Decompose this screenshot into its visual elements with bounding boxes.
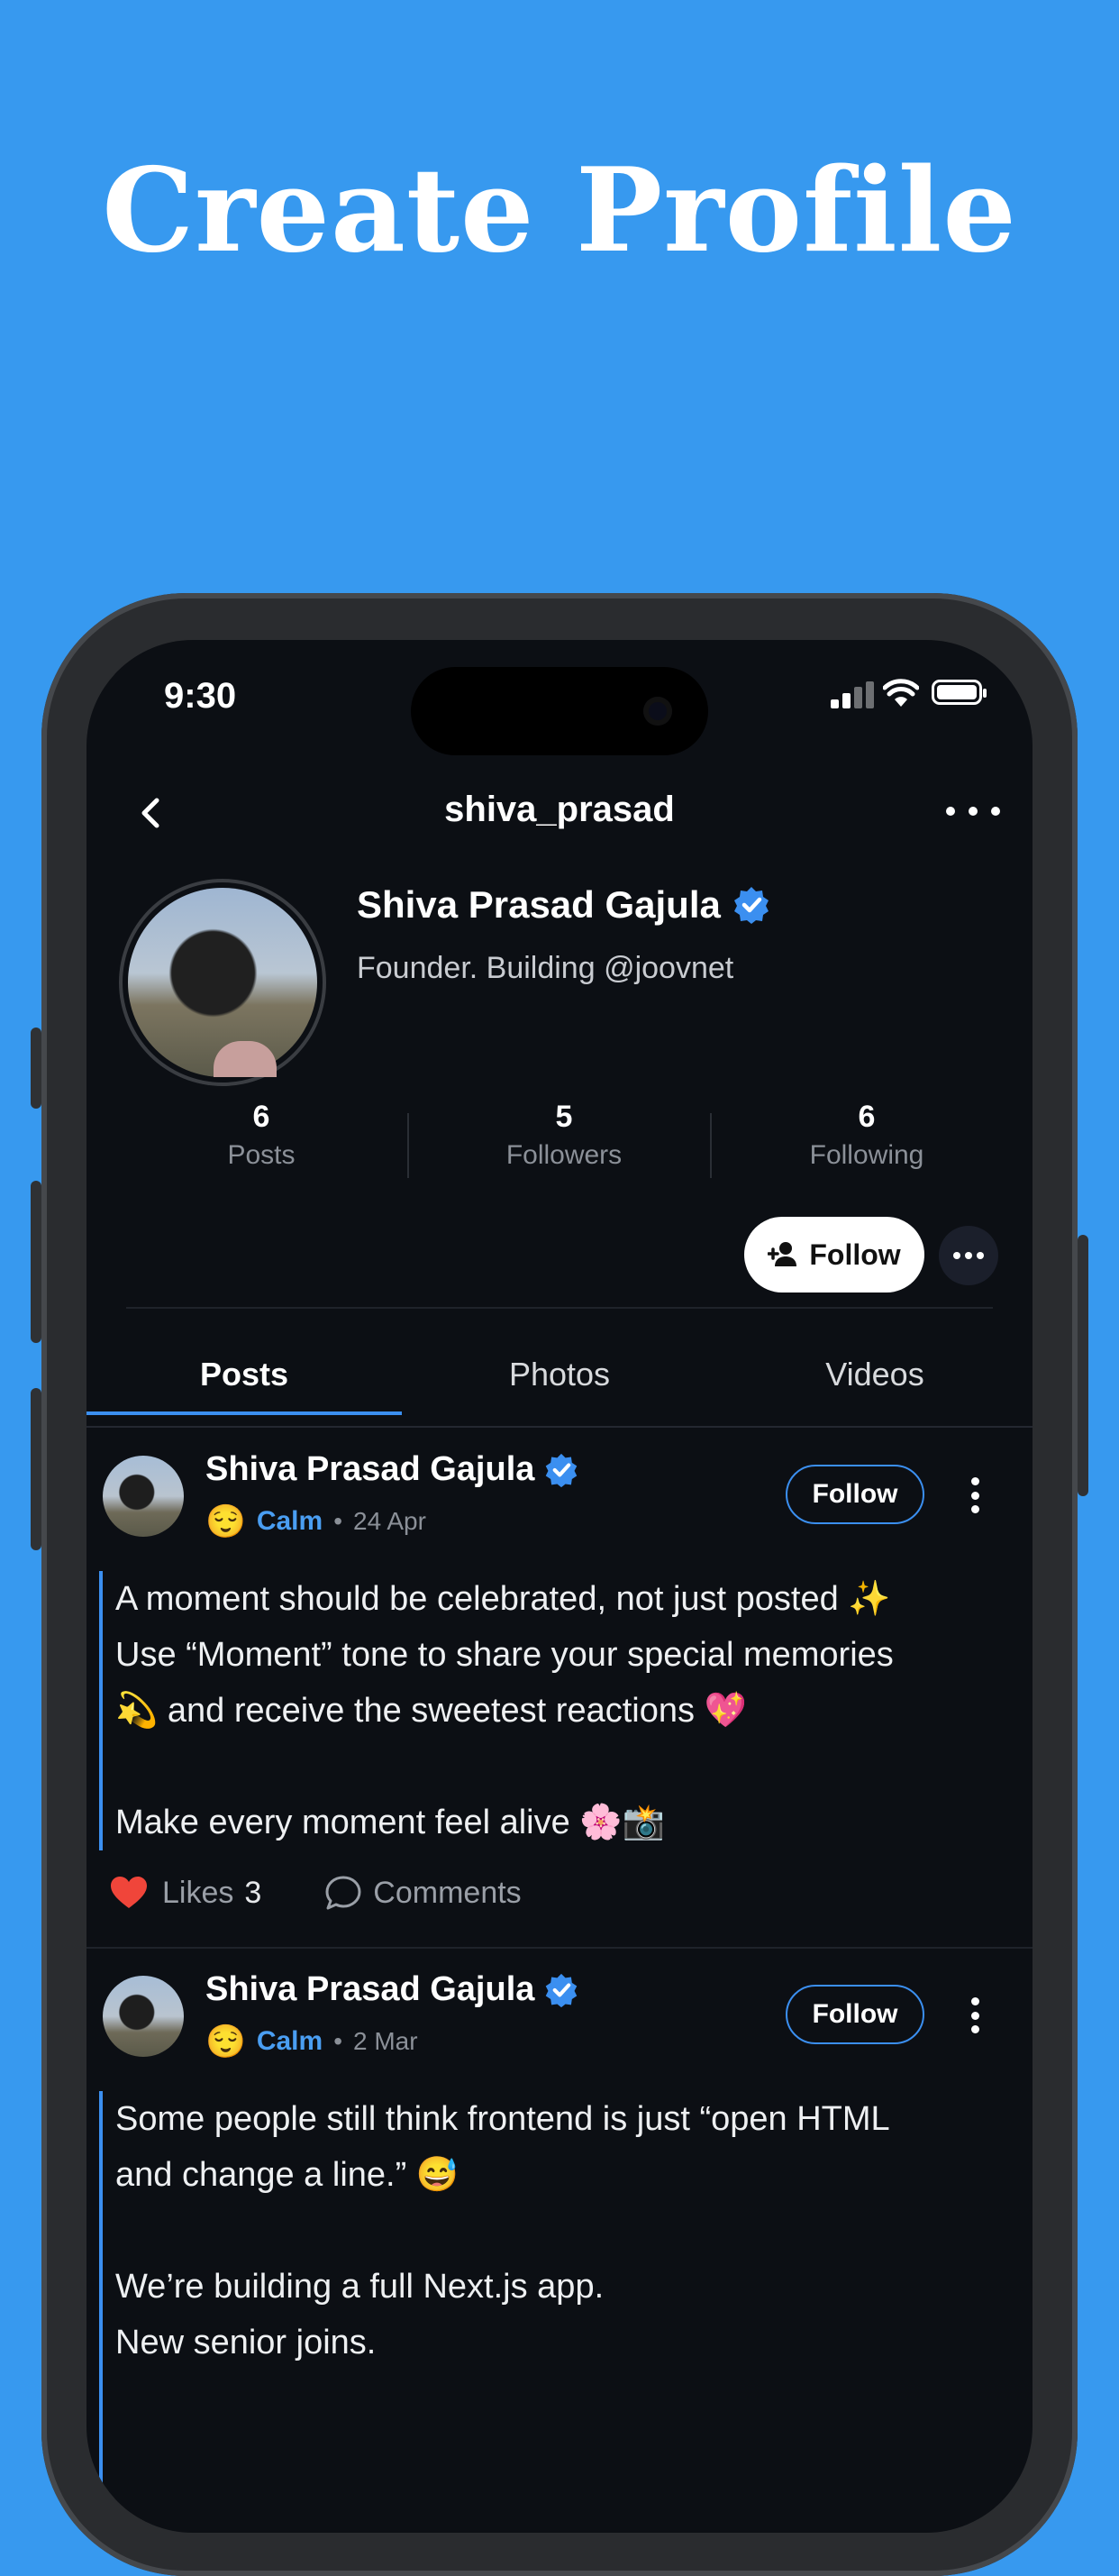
comment-bubble-icon[interactable] <box>324 1875 362 1911</box>
meta-separator: • <box>333 2027 342 2055</box>
stat-label: Posts <box>227 1140 296 1170</box>
wifi-icon <box>883 679 919 707</box>
phone-power-button <box>1078 1235 1088 1496</box>
verified-badge-icon <box>733 887 769 924</box>
post-avatar[interactable] <box>103 1976 184 2057</box>
post-avatar[interactable] <box>103 1456 184 1537</box>
front-camera-icon <box>643 697 672 726</box>
phone-volume-up-button <box>31 1181 41 1343</box>
tab-videos[interactable]: Videos <box>717 1325 1033 1424</box>
post-separator <box>86 1947 1033 1949</box>
post-tone[interactable]: Calm <box>257 2026 323 2057</box>
post-meta: 😌 Calm • 24 Apr <box>205 1503 426 1540</box>
active-tab-indicator <box>86 1411 402 1415</box>
dynamic-island <box>411 667 708 755</box>
stat-value: 6 <box>858 1100 876 1134</box>
post-card: Shiva Prasad Gajula 😌 Calm • 2 Mar Follo… <box>86 1970 1033 2533</box>
tab-posts[interactable]: Posts <box>86 1325 402 1424</box>
cellular-signal-icon <box>831 681 874 708</box>
mood-emoji: 😌 <box>205 2023 246 2060</box>
post-date: 24 Apr <box>353 1507 426 1535</box>
heart-icon[interactable] <box>110 1876 148 1910</box>
stat-divider <box>407 1113 409 1178</box>
post-actions: Likes 3 Comments <box>110 1875 522 1911</box>
likes-label[interactable]: Likes <box>162 1876 233 1911</box>
post-tone[interactable]: Calm <box>257 1506 323 1537</box>
verified-badge-icon <box>546 1453 578 1487</box>
post-options-icon[interactable] <box>969 1997 980 2033</box>
divider <box>126 1307 993 1309</box>
profile-name: Shiva Prasad Gajula <box>357 883 721 926</box>
post-author-row: Shiva Prasad Gajula <box>205 1450 579 1489</box>
post-author-row: Shiva Prasad Gajula <box>205 1970 579 2009</box>
tab-photos[interactable]: Photos <box>402 1325 717 1424</box>
top-nav-bar: shiva_prasad <box>86 775 1033 847</box>
verified-badge-icon <box>546 1973 578 2007</box>
phone-action-button <box>31 1028 41 1109</box>
profile-follow-button[interactable]: Follow <box>744 1217 924 1293</box>
stat-divider <box>710 1113 712 1178</box>
more-options-icon[interactable] <box>946 793 1000 829</box>
post-meta: 😌 Calm • 2 Mar <box>205 2023 418 2060</box>
status-time: 9:30 <box>164 676 237 716</box>
likes-count: 3 <box>244 1875 262 1910</box>
battery-icon <box>932 680 987 705</box>
profile-name-row: Shiva Prasad Gajula <box>357 883 771 927</box>
phone-screen: 9:30 shiva_prasad Shiva Prasad Gajula Fo… <box>86 640 1033 2533</box>
stat-posts[interactable]: 6 Posts <box>108 1100 414 1171</box>
nav-username-title: shiva_prasad <box>444 790 675 829</box>
post-follow-button[interactable]: Follow <box>786 1985 924 2044</box>
post-follow-button[interactable]: Follow <box>786 1465 924 1524</box>
promo-title: Create Profile <box>102 143 1017 279</box>
post-author-name[interactable]: Shiva Prasad Gajula <box>205 1970 534 2009</box>
phone-volume-down-button <box>31 1388 41 1550</box>
comments-label[interactable]: Comments <box>373 1876 521 1911</box>
stat-label: Following <box>809 1140 924 1170</box>
profile-more-button[interactable] <box>939 1226 998 1285</box>
post-options-icon[interactable] <box>969 1477 980 1513</box>
follow-button-label: Follow <box>809 1238 901 1271</box>
stat-value: 5 <box>555 1100 573 1134</box>
stat-label: Followers <box>505 1140 623 1170</box>
profile-bio: Founder. Building @joovnet <box>357 951 734 985</box>
stat-value: 6 <box>252 1100 270 1134</box>
post-text: A moment should be celebrated, not just … <box>115 1580 894 1841</box>
post-body: Some people still think frontend is just… <box>99 2091 998 2533</box>
meta-separator: • <box>333 1507 342 1535</box>
post-date: 2 Mar <box>353 2027 418 2055</box>
stat-followers[interactable]: 5 Followers <box>411 1100 717 1171</box>
post-card: Shiva Prasad Gajula 😌 Calm • 24 Apr Foll… <box>86 1450 1033 1942</box>
stat-following[interactable]: 6 Following <box>714 1100 1020 1171</box>
post-text: Some people still think frontend is just… <box>115 2100 890 2361</box>
add-person-icon <box>768 1242 797 1266</box>
post-body: A moment should be celebrated, not just … <box>99 1571 998 1850</box>
profile-avatar[interactable] <box>128 888 317 1077</box>
profile-stats: 6 Posts 5 Followers 6 Following <box>86 1100 1033 1181</box>
post-author-name[interactable]: Shiva Prasad Gajula <box>205 1450 534 1489</box>
mood-emoji: 😌 <box>205 1503 246 1539</box>
